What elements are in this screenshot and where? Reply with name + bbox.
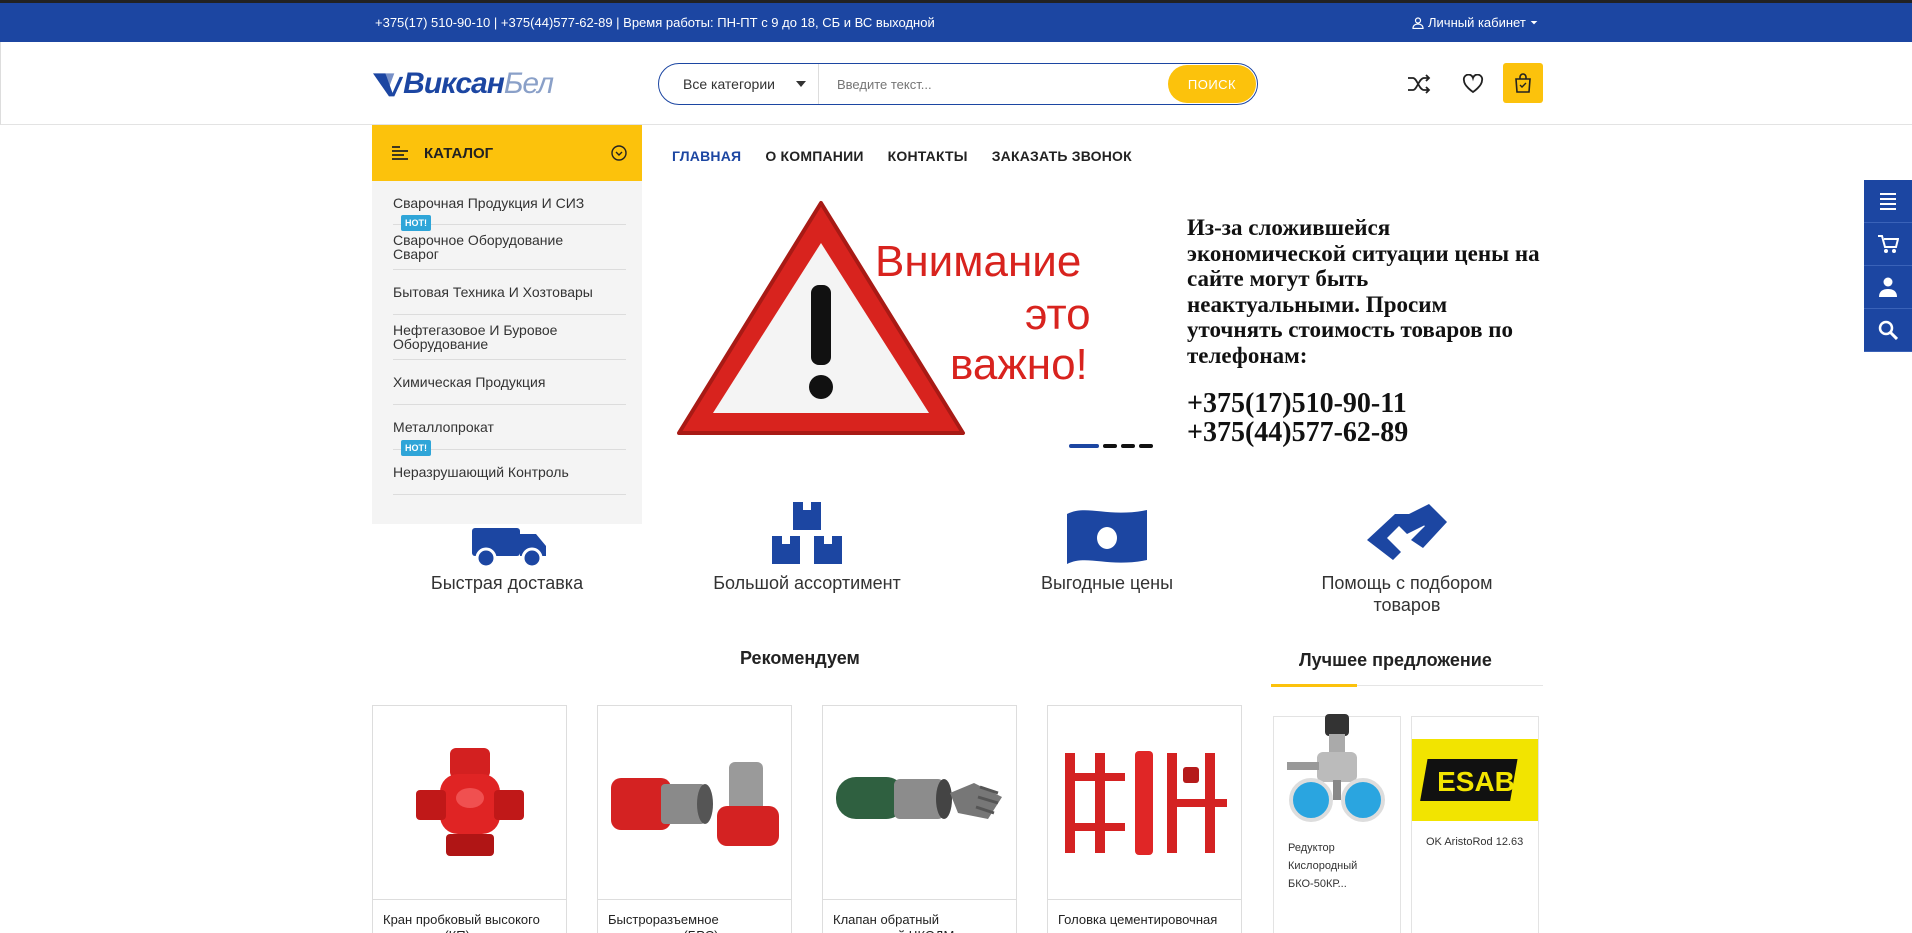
main-nav: ГЛАВНАЯ О КОМПАНИИ КОНТАКТЫ ЗАКАЗАТЬ ЗВО… (672, 148, 1132, 164)
banner-notice: Из-за сложившейся экономической ситуации… (1187, 215, 1540, 368)
active-tab-underline (1271, 684, 1357, 687)
best-offer-header: Лучшее предложение (1271, 648, 1543, 687)
catalog-item[interactable]: Бытовая Техника И Хозтовары (393, 270, 626, 315)
feature-label: Помощь с подбором товаров (1321, 573, 1493, 615)
search-category-label: Все категории (683, 76, 775, 92)
product-name[interactable]: OK AristoRod 12.63 (1412, 821, 1538, 851)
personal-cabinet-link[interactable]: Личный кабинет (1412, 15, 1538, 30)
best-offer-title[interactable]: Лучшее предложение (1299, 650, 1492, 671)
contacts-info: +375(17) 510-90-10 | +375(44)577-62-89 |… (375, 15, 935, 30)
product-name[interactable]: Редуктор Кислородный БКО-50КР... (1274, 827, 1400, 893)
product-image[interactable] (373, 706, 566, 900)
catalog-item-label: Металлопрокат (393, 419, 494, 435)
catalog-item-label: Сварочная Продукция И СИЗ (393, 194, 585, 211)
recommend-title: Рекомендуем (740, 648, 860, 668)
chevron-circle-down-icon[interactable] (611, 145, 627, 161)
banner-warn-line3: важно! (950, 340, 1088, 389)
chevron-down-icon (796, 81, 806, 87)
catalog-item[interactable]: Нефтегазовое И Буровое Оборудование (393, 315, 626, 360)
cabinet-label: Личный кабинет (1428, 15, 1526, 30)
top-bar: +375(17) 510-90-10 | +375(44)577-62-89 |… (0, 0, 1912, 42)
product-name[interactable]: Головка цементировочная универсальная... (1048, 900, 1241, 933)
header: ВиксанБел Все категории ПОИСК (0, 42, 1912, 125)
money-icon (1067, 510, 1147, 564)
boxes-icon (772, 502, 842, 564)
warning-triangle-icon (677, 201, 965, 435)
esab-logo-text: ESAB (1437, 766, 1515, 797)
list-icon[interactable] (1864, 180, 1912, 223)
product-image[interactable] (1048, 706, 1241, 900)
handshake-icon (1367, 504, 1447, 560)
nav-home[interactable]: ГЛАВНАЯ (672, 148, 741, 164)
catalog-item-label: Сварочное Оборудование Сварог (393, 232, 564, 262)
feature-label: Быстрая доставка (430, 573, 584, 593)
feature-label: Выгодные цены (1040, 573, 1174, 593)
esab-logo: ESAB (1420, 759, 1518, 801)
catalog-item[interactable]: Химическая Продукция (393, 360, 626, 405)
user-icon[interactable] (1864, 266, 1912, 309)
feature-good-prices: Выгодные цены (997, 488, 1217, 594)
cart-icon[interactable] (1864, 223, 1912, 266)
product-image[interactable] (598, 706, 791, 900)
catalog-item-label: Бытовая Техника И Хозтовары (393, 284, 593, 300)
hero-banner[interactable]: Внимание это важно! Из-за сложившейся эк… (655, 185, 1545, 455)
catalog-menu: КАТАЛОГ Сварочная Продукция И СИЗ HOT! С… (372, 125, 642, 524)
slider-dot[interactable] (1121, 444, 1135, 448)
product-image[interactable]: ESAB (1412, 739, 1538, 821)
product-image[interactable] (823, 706, 1016, 900)
search-input[interactable] (819, 64, 1168, 104)
compare-icon[interactable] (1405, 70, 1433, 98)
product-name[interactable]: Кран пробковый высокого давления (КП)... (373, 900, 566, 933)
user-icon (1412, 16, 1424, 29)
product-card[interactable]: Головка цементировочная универсальная... (1047, 705, 1242, 933)
truck-icon (472, 528, 546, 568)
catalog-item-label: Неразрушающий Контроль (393, 464, 569, 480)
banner-warn-line2: это (1025, 290, 1091, 339)
catalog-item[interactable]: Сварочная Продукция И СИЗ HOT! (393, 181, 626, 231)
shopping-bag-icon (1515, 73, 1531, 93)
product-card[interactable]: Кран пробковый высокого давления (КП)... (372, 705, 567, 933)
logo-mark-icon (373, 73, 404, 97)
catalog-header[interactable]: КАТАЛОГ (372, 125, 642, 181)
cart-button[interactable] (1503, 63, 1543, 103)
slider-dots (1069, 444, 1153, 448)
slider-dot[interactable] (1103, 444, 1117, 448)
feature-selection-help: Помощь с подбором товаров (1297, 488, 1517, 616)
logo-text-main: Виксан (403, 67, 505, 100)
catalog-item-label: Химическая Продукция (393, 374, 546, 390)
feature-label: Большой ассортимент (713, 573, 901, 593)
nav-contacts[interactable]: КОНТАКТЫ (888, 148, 968, 164)
product-card[interactable]: Быстроразъемное соединение (БРС)... (597, 705, 792, 933)
nav-order-call[interactable]: ЗАКАЗАТЬ ЗВОНОК (992, 148, 1132, 164)
feature-fast-delivery: Быстрая доставка (397, 488, 617, 594)
search-category-select[interactable]: Все категории (659, 64, 819, 104)
side-widget (1864, 180, 1912, 352)
feature-assortment: Большой ассортимент (697, 488, 917, 594)
catalog-item[interactable]: Сварочное Оборудование Сварог (393, 225, 626, 270)
product-name[interactable]: Быстроразъемное соединение (БРС)... (598, 900, 791, 933)
banner-warn-line1: Внимание (875, 237, 1082, 286)
banner-phone-1: +375(17)510-90-11 (1187, 388, 1407, 419)
catalog-title: КАТАЛОГ (424, 144, 494, 162)
product-image[interactable] (1274, 714, 1400, 827)
banner-phone-2: +375(44)577-62-89 (1187, 417, 1409, 448)
product-card[interactable]: Редуктор Кислородный БКО-50КР... (1273, 714, 1401, 933)
product-card[interactable]: ESAB OK AristoRod 12.63 (1411, 716, 1539, 933)
search-button[interactable]: ПОИСК (1168, 65, 1256, 103)
wishlist-heart-icon[interactable] (1459, 70, 1487, 98)
slider-dot[interactable] (1139, 444, 1153, 448)
search-icon[interactable] (1864, 309, 1912, 352)
caret-down-icon (1530, 20, 1538, 24)
search-bar: Все категории ПОИСК (658, 63, 1258, 105)
slider-dot[interactable] (1069, 444, 1099, 448)
site-logo[interactable]: Виксан Бел (373, 64, 554, 104)
catalog-item-label: Нефтегазовое И Буровое Оборудование (393, 322, 558, 352)
logo-text-sub: Бел (503, 67, 554, 100)
menu-lines-icon (392, 146, 408, 160)
banner-phones: +375(17)510-90-11 +375(44)577-62-89 (1187, 389, 1408, 447)
product-name[interactable]: Клапан обратный поворотный ЧКОДМ и... (823, 900, 1016, 933)
product-card[interactable]: Клапан обратный поворотный ЧКОДМ и... (822, 705, 1017, 933)
catalog-item[interactable]: Металлопрокат HOT! (393, 405, 626, 456)
nav-about[interactable]: О КОМПАНИИ (765, 148, 863, 164)
